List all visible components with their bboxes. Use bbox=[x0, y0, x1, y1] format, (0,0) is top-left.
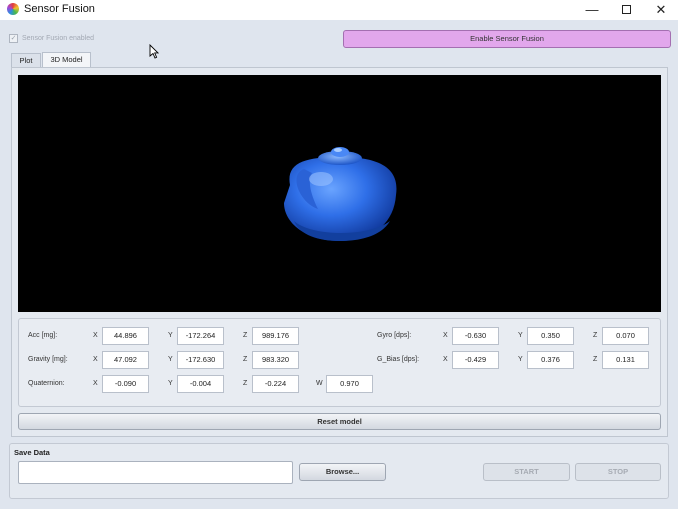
gyro-label: Gyro [dps]: bbox=[377, 332, 412, 339]
gravity-label: Gravity [mg]: bbox=[28, 356, 68, 363]
browse-button[interactable]: Browse... bbox=[299, 463, 386, 481]
gyro-z-axis: Z bbox=[593, 332, 598, 339]
gravity-z-field[interactable]: 983.320 bbox=[252, 351, 299, 369]
sensor-fusion-checkbox[interactable]: ✓ Sensor Fusion enabled bbox=[9, 34, 94, 43]
close-button[interactable]: ✕ bbox=[644, 0, 678, 20]
g-bias-y-field[interactable]: 0.376 bbox=[527, 351, 574, 369]
gyro-x-axis: X bbox=[443, 332, 448, 339]
tab-plot[interactable]: Plot bbox=[11, 53, 41, 67]
minimize-button[interactable]: — bbox=[575, 0, 609, 20]
enable-sensor-fusion-button[interactable]: Enable Sensor Fusion bbox=[343, 30, 671, 48]
gravity-y-field[interactable]: -172.630 bbox=[177, 351, 224, 369]
gravity-x-axis: X bbox=[93, 356, 98, 363]
acc-x-axis: X bbox=[93, 332, 98, 339]
g-bias-z-field[interactable]: 0.131 bbox=[602, 351, 649, 369]
gyro-z-field[interactable]: 0.070 bbox=[602, 327, 649, 345]
g-bias-y-axis: Y bbox=[518, 356, 523, 363]
stop-button[interactable]: STOP bbox=[575, 463, 661, 481]
maximize-button[interactable] bbox=[609, 0, 643, 20]
g-bias-label: G_Bias [dps]: bbox=[377, 356, 420, 363]
gravity-y-axis: Y bbox=[168, 356, 173, 363]
gravity-z-axis: Z bbox=[243, 356, 248, 363]
quaternion-x-axis: X bbox=[93, 380, 98, 387]
g-bias-x-axis: X bbox=[443, 356, 448, 363]
teapot-highlight bbox=[309, 172, 333, 186]
acc-y-axis: Y bbox=[168, 332, 173, 339]
gyro-y-axis: Y bbox=[518, 332, 523, 339]
3d-viewport[interactable] bbox=[18, 75, 661, 312]
acc-y-field[interactable]: -172.264 bbox=[177, 327, 224, 345]
quaternion-y-axis: Y bbox=[168, 380, 173, 387]
sensor-fusion-label: Sensor Fusion enabled bbox=[22, 35, 94, 42]
app-icon bbox=[7, 3, 19, 15]
gyro-x-field[interactable]: -0.630 bbox=[452, 327, 499, 345]
window-title: Sensor Fusion bbox=[24, 3, 95, 15]
save-data-title: Save Data bbox=[14, 448, 50, 457]
save-path-input[interactable] bbox=[18, 461, 293, 484]
quaternion-y-field[interactable]: -0.004 bbox=[177, 375, 224, 393]
quaternion-w-axis: W bbox=[316, 380, 323, 387]
quaternion-z-axis: Z bbox=[243, 380, 248, 387]
quaternion-x-field[interactable]: -0.090 bbox=[102, 375, 149, 393]
reset-model-button[interactable]: Reset model bbox=[18, 413, 661, 430]
acc-x-field[interactable]: 44.896 bbox=[102, 327, 149, 345]
acc-label: Acc [mg]: bbox=[28, 332, 58, 339]
quaternion-z-field[interactable]: -0.224 bbox=[252, 375, 299, 393]
quaternion-w-field[interactable]: 0.970 bbox=[326, 375, 373, 393]
acc-z-field[interactable]: 989.176 bbox=[252, 327, 299, 345]
g-bias-x-field[interactable]: -0.429 bbox=[452, 351, 499, 369]
title-bar: Sensor Fusion — ✕ bbox=[0, 0, 678, 20]
checkbox-box[interactable]: ✓ bbox=[9, 34, 18, 43]
g-bias-z-axis: Z bbox=[593, 356, 598, 363]
teapot-knob-highlight bbox=[334, 148, 342, 152]
start-button[interactable]: START bbox=[483, 463, 570, 481]
gravity-x-field[interactable]: 47.092 bbox=[102, 351, 149, 369]
acc-z-axis: Z bbox=[243, 332, 248, 339]
tab-3d-model[interactable]: 3D Model bbox=[42, 52, 91, 67]
maximize-icon bbox=[621, 5, 631, 15]
gyro-y-field[interactable]: 0.350 bbox=[527, 327, 574, 345]
quaternion-label: Quaternion: bbox=[28, 380, 65, 387]
teapot-model bbox=[284, 147, 397, 241]
mouse-cursor-icon bbox=[149, 44, 159, 59]
